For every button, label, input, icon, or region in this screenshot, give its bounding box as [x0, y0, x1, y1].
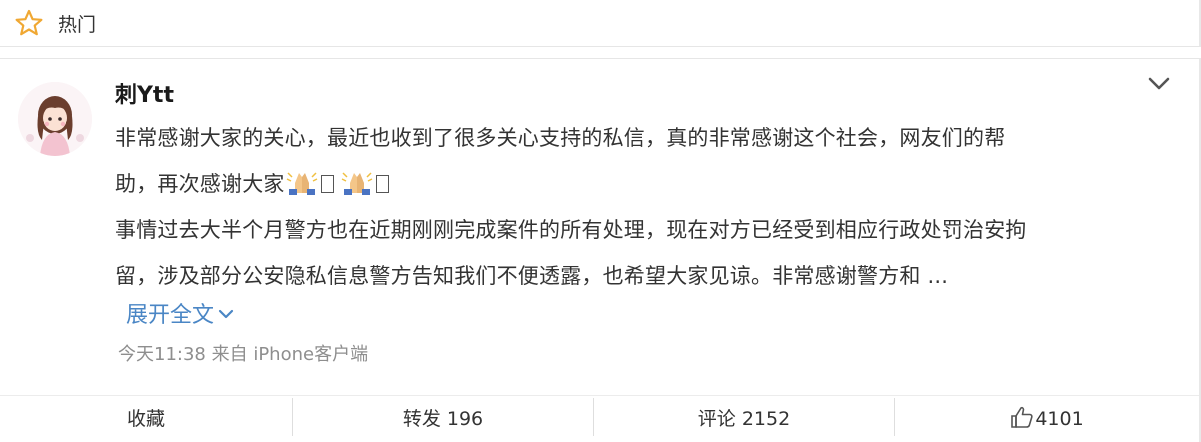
like-count: 4101: [1035, 408, 1084, 430]
content-line-with-emoji: 助，再次感谢大家: [115, 161, 1175, 207]
post-content: 非常感谢大家的关心，最近也收到了很多关心支持的私信，真的非常感谢这个社会，网友们…: [115, 115, 1175, 299]
repost-button[interactable]: 转发 196: [293, 396, 593, 442]
chevron-down-icon[interactable]: [1146, 71, 1172, 97]
folded-hands-emoji-icon: [341, 172, 372, 195]
chevron-down-icon: [218, 309, 234, 319]
favorite-label: 收藏: [126, 408, 165, 430]
expand-label: 展开全文: [126, 303, 215, 328]
action-bar: 收藏 转发 196 评论 2152 4101: [0, 395, 1199, 442]
post-meta: 今天11:38 来自 iPhone客户端: [118, 344, 369, 365]
favorite-button[interactable]: 收藏: [0, 396, 292, 442]
like-button[interactable]: 4101: [895, 396, 1199, 442]
content-line: 事情过去大半个月警方也在近期刚刚完成案件的所有处理，现在对方已经受到相应行政处罚…: [115, 218, 1027, 242]
unknown-glyph-icon: [320, 175, 334, 193]
post-card: 刺Ytt 非常感谢大家的关心，最近也收到了很多关心支持的私信，真的非常感谢这个社…: [0, 58, 1201, 442]
unknown-glyph-icon: [375, 175, 389, 193]
expand-full-text-link[interactable]: 展开全文: [126, 297, 234, 329]
comment-label: 评论 2152: [697, 408, 791, 430]
star-icon: [15, 9, 43, 36]
username[interactable]: 刺Ytt: [115, 77, 174, 109]
content-line: 非常感谢大家的关心，最近也收到了很多关心支持的私信，真的非常感谢这个社会，网友们…: [115, 126, 1006, 150]
section-title: 热门: [58, 14, 97, 36]
avatar-image: [18, 82, 92, 156]
thumbs-up-icon: [1011, 406, 1033, 428]
section-header: 热门: [0, 0, 1201, 47]
content-line-text: 助，再次感谢大家: [115, 172, 285, 196]
avatar[interactable]: [18, 82, 92, 156]
repost-label: 转发 196: [402, 408, 484, 430]
content-line: 留，涉及部分公安隐私信息警方告知我们不便透露，也希望大家见谅。非常感谢警方和 .…: [115, 264, 949, 288]
folded-hands-emoji-icon: [286, 172, 317, 195]
comment-button[interactable]: 评论 2152: [594, 396, 894, 442]
